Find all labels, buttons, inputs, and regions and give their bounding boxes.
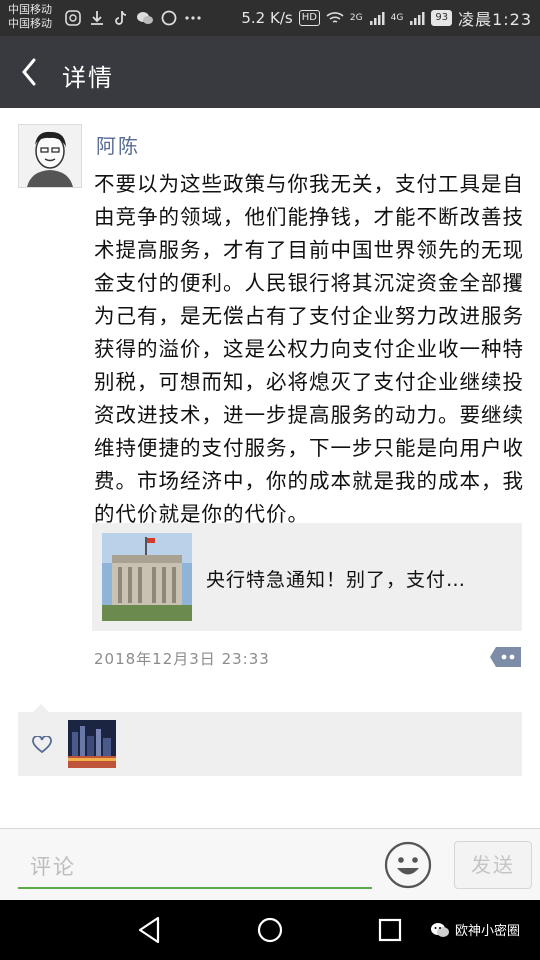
tiktok-icon	[115, 10, 127, 25]
shared-article-card[interactable]: 央行特急通知！别了，支付…	[92, 523, 522, 631]
status-bar: 中国移动 中国移动 5.2 K/s HD 2G 4G 93 凌晨1:23	[0, 0, 540, 36]
system-nav-bar: 欧神小密圈	[0, 900, 540, 960]
emoji-icon[interactable]	[384, 841, 432, 889]
post-text: 不要以为这些政策与你我无关，支付工具是自由竞争的领域，他们能挣钱，才能不断改善技…	[94, 172, 524, 526]
avatar-sketch-image	[19, 125, 81, 187]
signal-icon-2	[410, 12, 425, 25]
watermark-text: 欧神小密圈	[455, 924, 521, 939]
network-type-2: 4G	[390, 13, 404, 23]
carrier-1: 中国移动	[8, 3, 52, 16]
app-notification-icon	[65, 10, 81, 26]
comment-input[interactable]: 评论	[18, 837, 372, 889]
back-triangle-icon[interactable]	[134, 914, 166, 946]
loading-icon	[161, 10, 177, 26]
heart-icon	[32, 736, 52, 754]
wifi-icon	[326, 12, 344, 23]
watermark: 欧神小密圈	[430, 920, 520, 939]
likes-panel	[18, 712, 522, 776]
hd-badge: HD	[298, 10, 320, 26]
clock: 凌晨1:23	[458, 10, 532, 29]
download-icon	[91, 11, 103, 25]
carrier-info: 中国移动 中国移动	[8, 3, 52, 31]
send-button[interactable]: 发送	[454, 841, 532, 889]
notification-icons	[64, 9, 202, 27]
wechat-watermark-icon	[431, 922, 449, 937]
system-status: 5.2 K/s HD 2G 4G 93 凌晨1:23	[241, 6, 532, 30]
back-arrow-icon[interactable]	[16, 56, 44, 88]
more-options-icon[interactable]	[490, 646, 522, 668]
page-title: 详情	[62, 64, 114, 92]
network-type-1: 2G	[349, 13, 363, 23]
article-thumbnail	[102, 533, 192, 621]
more-notifications-icon	[185, 16, 201, 20]
author-name[interactable]: 阿陈	[96, 130, 140, 159]
home-circle-icon[interactable]	[254, 914, 286, 946]
carrier-2: 中国移动	[8, 17, 52, 30]
liker-avatar[interactable]	[68, 720, 116, 768]
battery-level: 93	[431, 10, 453, 26]
author-avatar[interactable]	[18, 124, 82, 188]
post-timestamp: 2018年12月3日 23:33	[94, 650, 270, 668]
article-title: 央行特急通知！别了，支付…	[206, 569, 467, 591]
recents-square-icon[interactable]	[374, 914, 406, 946]
signal-icon-1	[369, 12, 385, 25]
city-night-image	[68, 720, 116, 768]
title-bar: 详情	[0, 36, 540, 108]
bank-building-image	[102, 533, 192, 621]
wechat-icon	[137, 12, 153, 24]
network-speed: 5.2 K/s	[241, 9, 293, 27]
comment-placeholder: 评论	[30, 855, 76, 879]
comment-bar: 评论 发送	[0, 828, 540, 901]
